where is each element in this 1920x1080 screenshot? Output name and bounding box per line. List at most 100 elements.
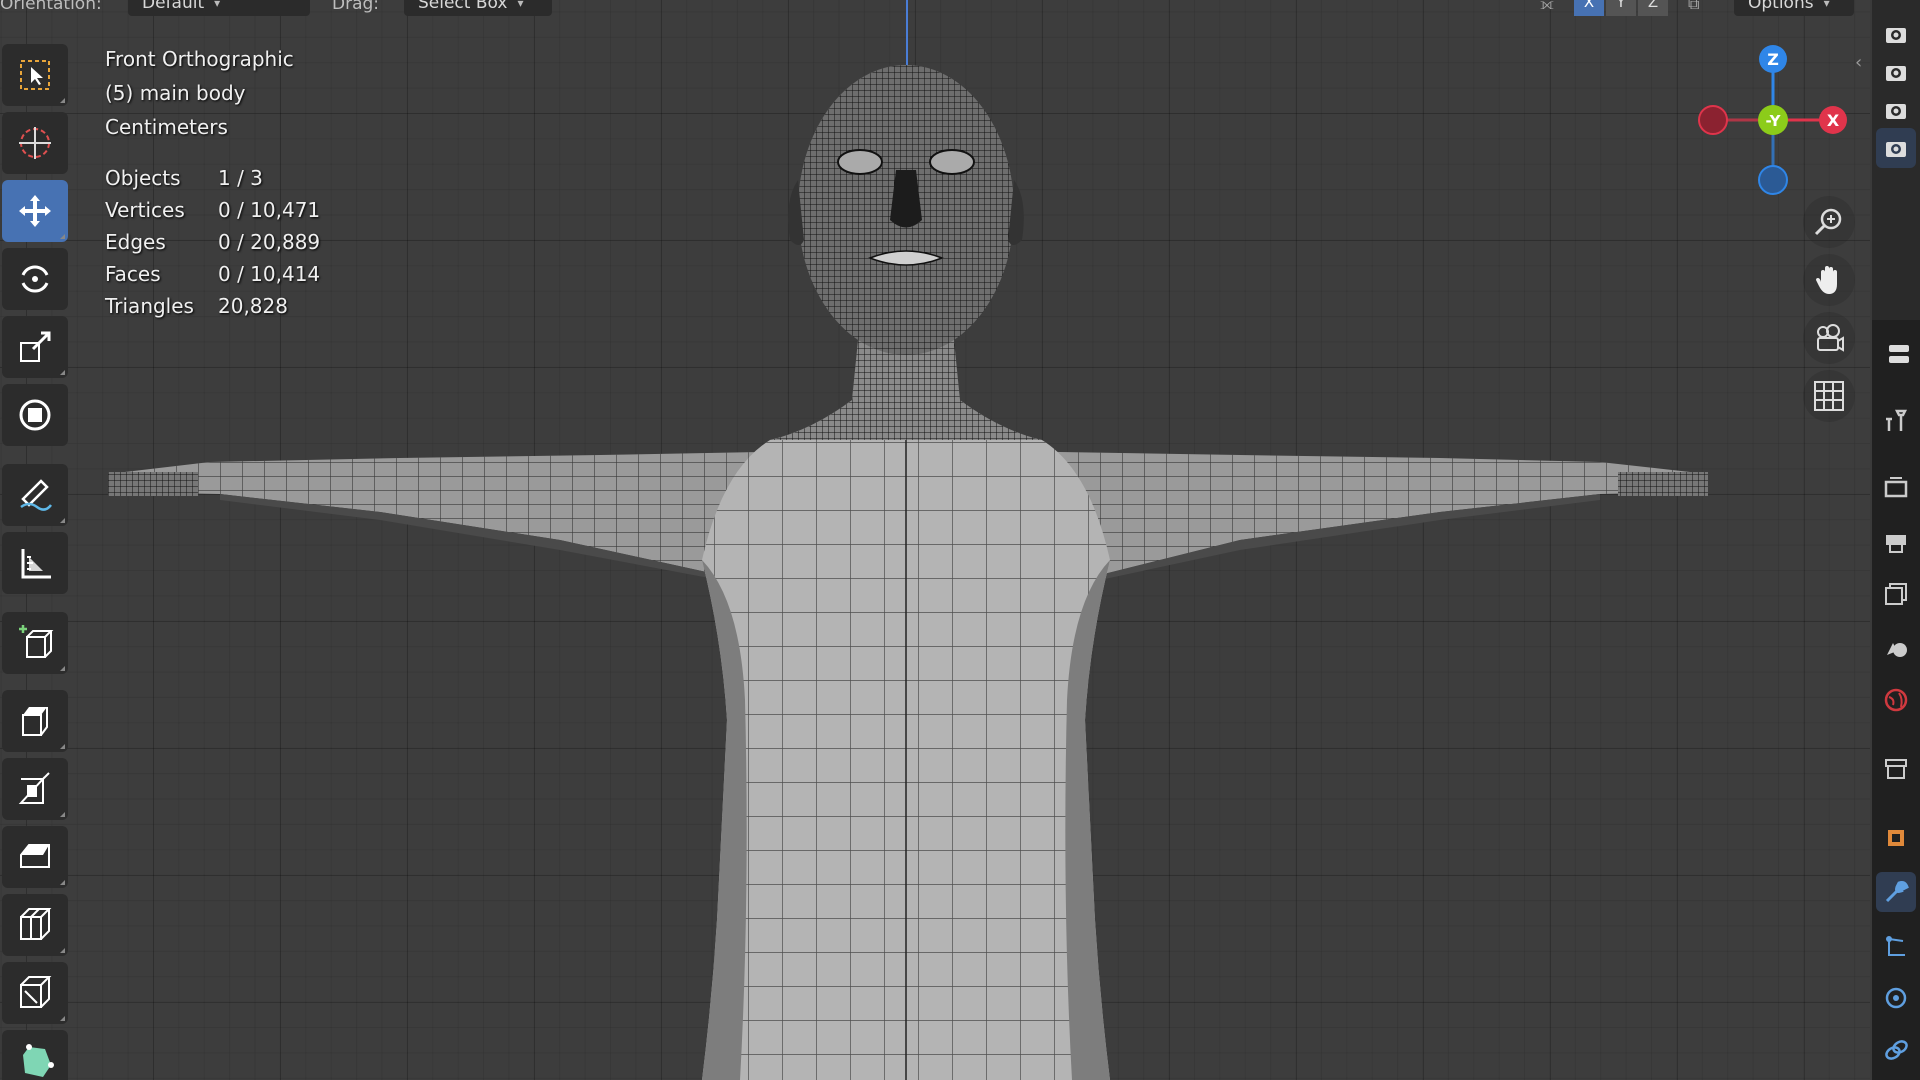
stat-label: Faces <box>105 262 161 286</box>
axis-y-toggle[interactable]: Y <box>1606 0 1636 16</box>
options-dropdown[interactable]: Options ▾ <box>1734 0 1854 16</box>
render-camera-toggle[interactable] <box>1876 128 1916 168</box>
x-axis-label: X <box>1827 111 1840 130</box>
tab-output[interactable] <box>1876 522 1916 562</box>
view-name: Front Orthographic <box>105 47 294 71</box>
tab-object[interactable] <box>1876 818 1916 858</box>
scene-statistics: Objects 1 / 3 Vertices 0 / 10,471 Edges 0 /… <box>105 162 320 322</box>
tab-tool-settings[interactable] <box>1876 334 1916 374</box>
loop-cut-tool[interactable] <box>2 894 68 956</box>
options-label: Options <box>1748 0 1814 13</box>
viewport-nav-buttons <box>1803 196 1855 428</box>
cursor-icon <box>19 127 51 159</box>
measure-tool[interactable] <box>2 532 68 594</box>
world-icon <box>1884 688 1908 712</box>
drag-value: Select Box <box>418 0 508 13</box>
drag-dropdown[interactable]: Select Box ▾ <box>404 0 552 16</box>
image-stack-icon <box>1885 583 1907 605</box>
move-tool[interactable] <box>2 180 68 242</box>
constraint-icon <box>1885 1040 1908 1060</box>
grid-icon <box>1814 381 1844 411</box>
camera-icon <box>1886 28 1906 43</box>
tab-physics[interactable] <box>1876 978 1916 1018</box>
tab-modifiers[interactable] <box>1876 872 1916 912</box>
tab-constraints[interactable] <box>1876 1030 1916 1070</box>
render-camera-toggle[interactable] <box>1876 52 1916 92</box>
tab-collection[interactable] <box>1876 748 1916 788</box>
mirror-icon[interactable]: ⟗ <box>1540 0 1554 14</box>
tool-shelf <box>0 40 70 1080</box>
collection-box-icon <box>1885 759 1907 779</box>
rotate-icon <box>21 265 49 293</box>
cursor-tool[interactable] <box>2 112 68 174</box>
annotate-tool[interactable] <box>2 464 68 526</box>
transform-icon <box>19 399 51 431</box>
inset-faces-tool[interactable] <box>2 758 68 820</box>
bevel-tool[interactable] <box>2 826 68 888</box>
tab-scene[interactable] <box>1876 626 1916 666</box>
chevron-down-icon: ▾ <box>214 0 221 10</box>
camera-view-button[interactable] <box>1803 312 1855 364</box>
scale-tool[interactable] <box>2 316 68 378</box>
knife-tool[interactable] <box>2 962 68 1024</box>
zoom-button[interactable] <box>1803 196 1855 248</box>
camera-icon <box>1886 142 1906 157</box>
tab-view-layer[interactable] <box>1876 574 1916 614</box>
extrude-region-tool[interactable] <box>2 690 68 752</box>
viewport-overlay-text: Front Orthographic (5) main body Centime… <box>105 42 320 322</box>
bevel-icon <box>20 844 50 868</box>
zoom-icon <box>1814 208 1842 236</box>
viewport-header: Orientation: Default ▾ Drag: Select Box … <box>0 0 1870 18</box>
stat-label: Edges <box>105 230 166 254</box>
stat-row: Edges 0 / 20,889 <box>105 226 320 258</box>
stat-label: Triangles <box>105 294 194 318</box>
y-axis-label: -Y <box>1766 112 1782 130</box>
render-camera-toggle[interactable] <box>1876 90 1916 130</box>
printer-icon <box>1886 535 1906 553</box>
chevron-left-icon[interactable]: ‹ <box>1855 52 1862 73</box>
collection-name: (5) main body <box>105 81 246 105</box>
tab-world[interactable] <box>1876 680 1916 720</box>
wrench-screwdriver-icon <box>1886 409 1908 431</box>
transform-tool[interactable] <box>2 384 68 446</box>
stat-value: 1 / 3 <box>218 166 263 190</box>
perspective-toggle-button[interactable] <box>1803 370 1855 422</box>
physics-icon <box>1885 987 1907 1009</box>
particles-icon <box>1886 936 1905 956</box>
orientation-dropdown[interactable]: Default ▾ <box>128 0 310 16</box>
pan-button[interactable] <box>1803 254 1855 306</box>
stat-value: 0 / 10,471 <box>218 198 321 222</box>
poly-build-icon <box>23 1044 54 1077</box>
axis-x-toggle[interactable]: X <box>1574 0 1604 16</box>
inset-icon <box>18 772 50 804</box>
snap-icon[interactable]: ⧉ <box>1688 0 1699 14</box>
add-cube-tool[interactable] <box>2 612 68 674</box>
tab-tool[interactable] <box>1876 400 1916 440</box>
poly-build-tool[interactable] <box>2 1030 68 1080</box>
camera-icon <box>1886 66 1906 81</box>
rotate-tool[interactable] <box>2 248 68 310</box>
stat-label: Vertices <box>105 198 185 222</box>
object-square-icon <box>1888 830 1904 846</box>
camera-icon <box>1817 324 1844 352</box>
pencil-icon <box>20 479 52 511</box>
stat-row: Vertices 0 / 10,471 <box>105 194 320 226</box>
tool-settings-icon <box>1889 345 1909 363</box>
axis-z-toggle[interactable]: Z <box>1638 0 1668 16</box>
chevron-down-icon: ▾ <box>517 0 524 10</box>
render-camera-toggle[interactable] <box>1876 14 1916 54</box>
stat-row: Objects 1 / 3 <box>105 162 320 194</box>
select-box-tool[interactable] <box>2 44 68 106</box>
stat-value: 20,828 <box>218 294 288 318</box>
tab-particles[interactable] <box>1876 926 1916 966</box>
neg-z-axis-handle[interactable] <box>1758 165 1788 195</box>
navigation-gizmo[interactable]: Z X -Y <box>1690 40 1860 210</box>
loop-cut-icon <box>20 908 52 940</box>
wrench-icon <box>1885 881 1909 903</box>
add-cube-icon <box>19 625 54 658</box>
ruler-icon <box>21 549 51 579</box>
stat-value: 0 / 20,889 <box>218 230 321 254</box>
stat-row: Faces 0 / 10,414 <box>105 258 320 290</box>
tab-render[interactable] <box>1876 468 1916 508</box>
neg-x-axis-handle[interactable] <box>1698 105 1728 135</box>
